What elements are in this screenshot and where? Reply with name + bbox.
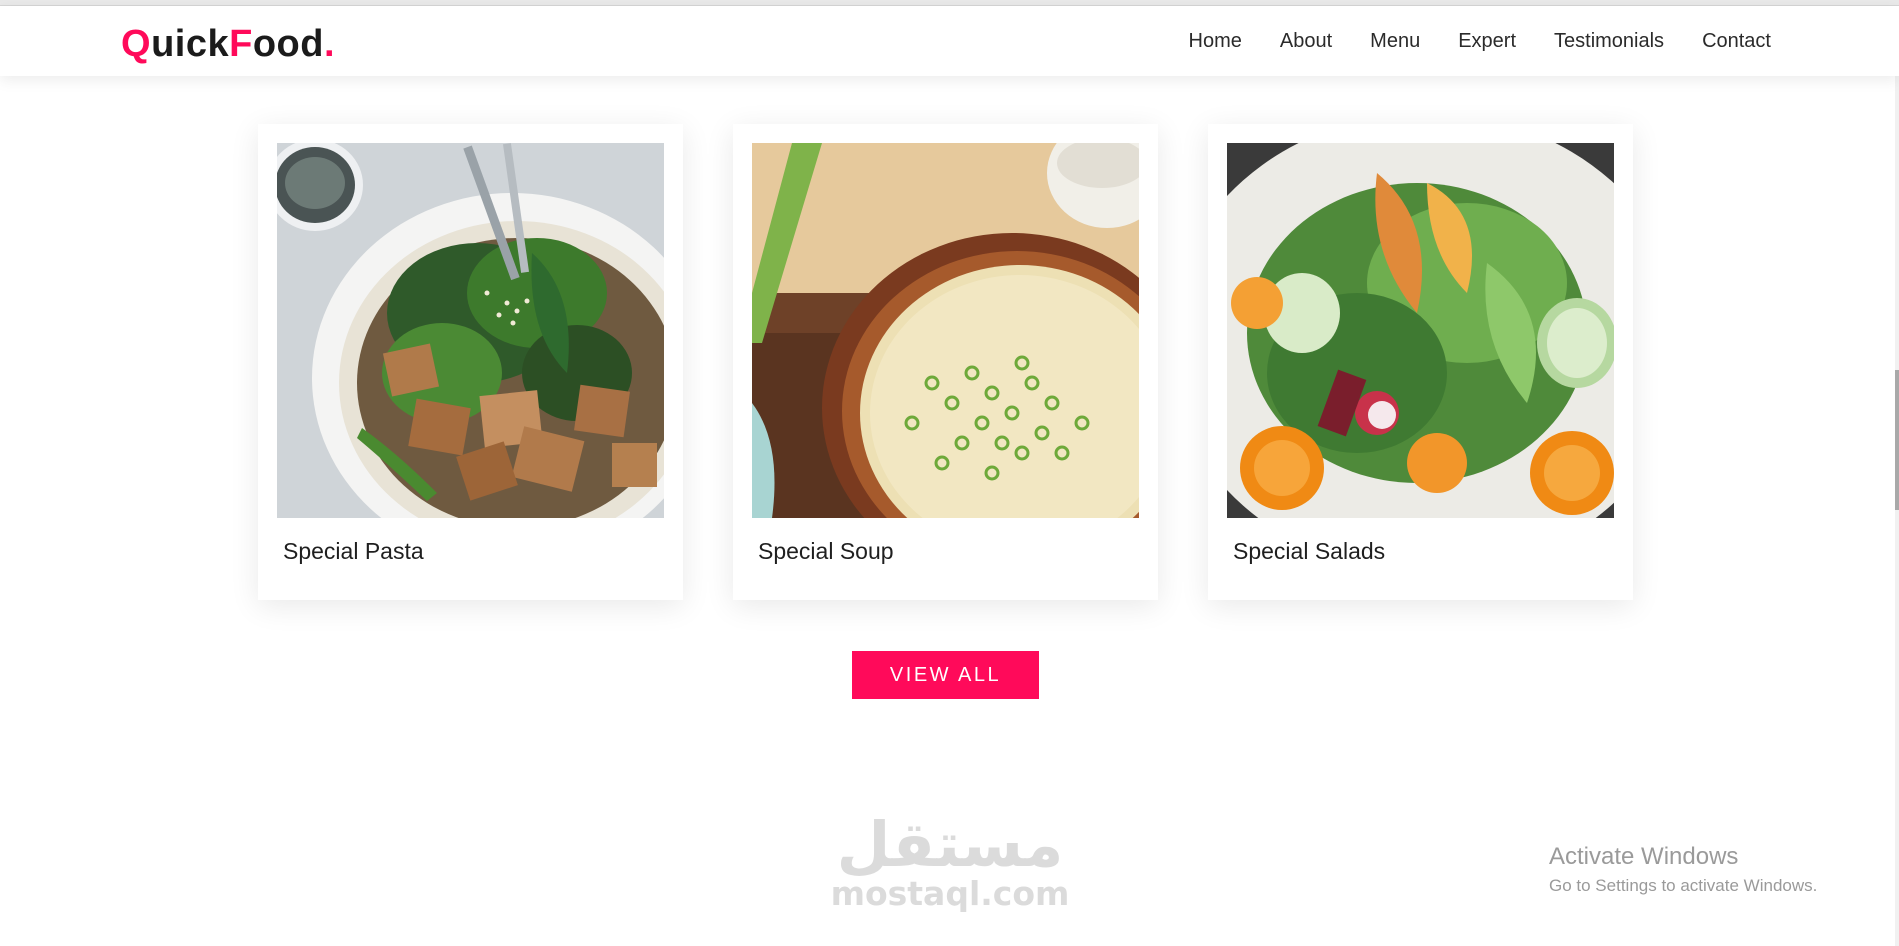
card-title: Special Soup [758,538,894,564]
watermark-latin: mostaql.com [830,874,1070,913]
nav-contact[interactable]: Contact [1702,28,1771,54]
soup-bowl-image [752,143,1139,518]
nav-expert[interactable]: Expert [1458,28,1516,54]
logo-text-ood: ood [252,23,324,65]
pasta-bowl-image [277,143,664,518]
nav-about[interactable]: About [1280,28,1332,54]
nav-menu[interactable]: Menu [1370,28,1420,54]
site-logo[interactable]: QuickFood. [121,22,335,66]
nav-home[interactable]: Home [1189,28,1242,54]
scrollbar-track[interactable] [1895,76,1899,946]
logo-letter-f: F [229,23,253,65]
page: QuickFood. Home About Menu Expert Testim… [0,0,1899,946]
card-title: Special Pasta [283,538,424,564]
salad-plate-image [1227,143,1614,518]
scrollbar-thumb[interactable] [1895,370,1899,510]
logo-text-uick: uick [151,23,230,65]
activate-windows-notice: Activate Windows Go to Settings to activ… [1549,842,1817,898]
site-header: QuickFood. Home About Menu Expert Testim… [0,6,1899,76]
menu-card-salad[interactable]: Special Salads [1208,124,1633,600]
nav-testimonials[interactable]: Testimonials [1554,28,1664,54]
activate-windows-title: Activate Windows [1549,843,1739,870]
watermark-arabic: مستقل [836,808,1064,881]
main-nav: Home About Menu Expert Testimonials Cont… [1151,28,1771,54]
mostaql-watermark: مستقل mostaql.com [830,812,1070,912]
activate-windows-subtitle: Go to Settings to activate Windows. [1549,876,1818,895]
view-all-button[interactable]: VIEW ALL [852,651,1039,699]
menu-card-pasta[interactable]: Special Pasta [258,124,683,600]
logo-dot: . [323,23,336,65]
menu-card-soup[interactable]: Special Soup [733,124,1158,600]
menu-cards: Special Pasta Special Soup Special Salad… [258,124,1633,600]
logo-letter-q: Q [121,23,152,65]
card-title: Special Salads [1233,538,1386,564]
